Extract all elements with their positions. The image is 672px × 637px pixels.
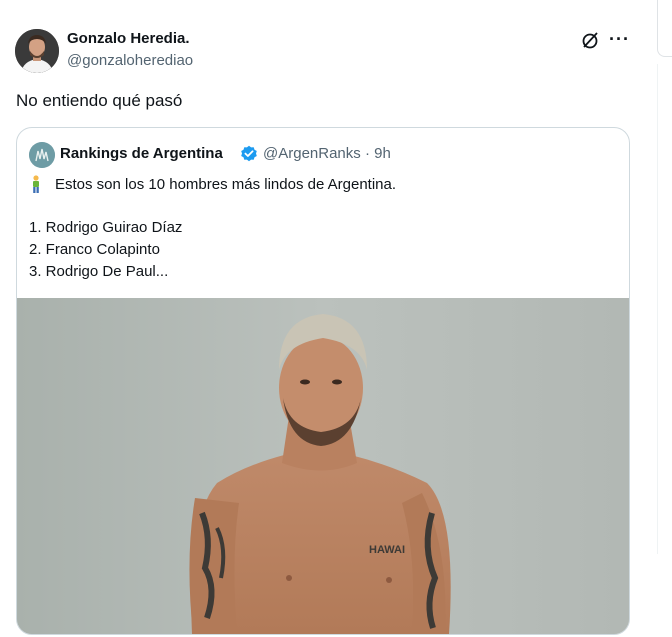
quoted-handle-time[interactable]: @ArgenRanks · 9h — [263, 145, 391, 162]
chest-tattoo: HAWAI — [369, 544, 405, 556]
right-panel-edge — [657, 0, 672, 57]
ranking-item: 2. Franco Colapinto — [29, 241, 160, 258]
ranking-item: 1. Rodrigo Guirao Díaz — [29, 219, 183, 236]
tweet[interactable]: Gonzalo Heredia. @gonzaloherediao ··· No… — [0, 0, 645, 637]
verified-icon — [240, 145, 258, 163]
person-icon — [29, 175, 43, 193]
quoted-ranking-list: 1. Rodrigo Guirao Díaz 2. Franco Colapin… — [29, 217, 182, 283]
quoted-avatar[interactable] — [29, 142, 55, 168]
quoted-display-name[interactable]: Rankings de Argentina — [60, 145, 223, 162]
avatar[interactable] — [15, 29, 59, 73]
more-icon[interactable]: ··· — [609, 29, 633, 49]
quoted-intro-line: Estos son los 10 hombres más lindos de A… — [29, 175, 396, 193]
author-display-name[interactable]: Gonzalo Heredia. — [67, 30, 190, 47]
column-divider — [657, 64, 658, 554]
grok-icon[interactable] — [580, 30, 600, 50]
quoted-tweet-card[interactable]: Rankings de Argentina @ArgenRanks · 9h E… — [16, 127, 630, 635]
author-handle[interactable]: @gonzaloherediao — [67, 52, 193, 69]
quoted-intro-text: Estos son los 10 hombres más lindos de A… — [55, 175, 397, 193]
ranking-item: 3. Rodrigo De Paul... — [29, 263, 169, 280]
tweet-text: No entiendo qué pasó — [16, 91, 183, 110]
quoted-media-photo[interactable]: HAWAI — [17, 298, 629, 634]
